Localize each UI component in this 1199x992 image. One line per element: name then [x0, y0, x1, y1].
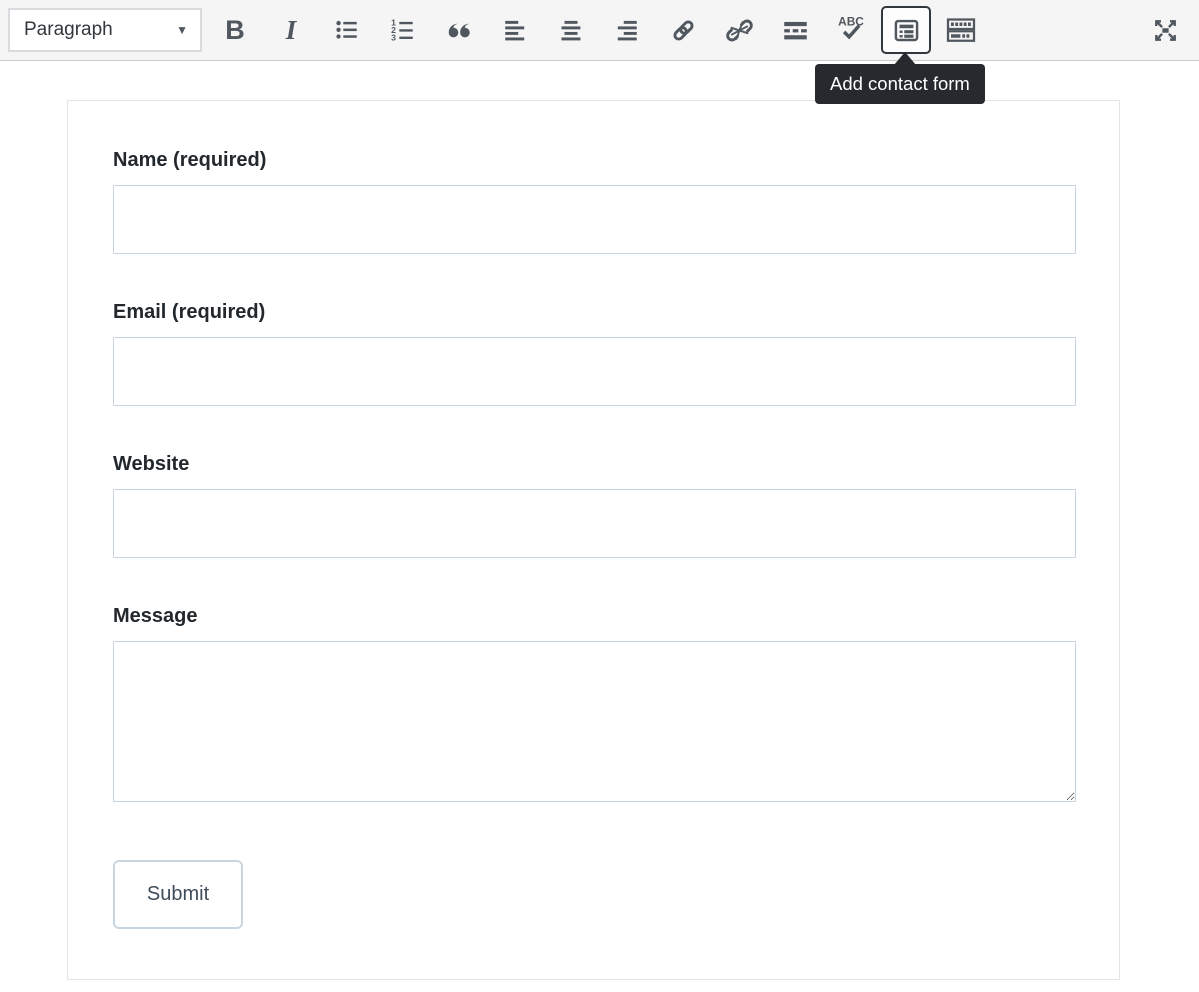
insert-link-button[interactable]: [663, 10, 703, 50]
align-left-icon: [502, 17, 528, 43]
align-right-button[interactable]: [607, 10, 647, 50]
editor-window: Paragraph ▼ B I 1 2 3: [0, 0, 1199, 992]
numbered-list-icon: 1 2 3: [390, 17, 416, 43]
submit-button[interactable]: Submit: [113, 860, 243, 929]
svg-text:ABC: ABC: [838, 15, 864, 29]
blockquote-icon: [445, 16, 473, 44]
align-right-icon: [614, 17, 640, 43]
editor-toolbar: Paragraph ▼ B I 1 2 3: [0, 0, 1199, 61]
bold-icon: B: [225, 15, 245, 46]
contact-form-preview: Name (required) Email (required) Website…: [67, 100, 1120, 980]
tooltip-arrow: [894, 52, 916, 65]
spellcheck-button[interactable]: ABC: [831, 10, 871, 50]
email-field-label: Email (required): [113, 301, 1076, 324]
blockquote-button[interactable]: [439, 10, 479, 50]
contact-form-icon: [893, 17, 920, 44]
email-input[interactable]: [113, 337, 1076, 406]
bulleted-list-icon: [334, 17, 360, 43]
align-left-button[interactable]: [495, 10, 535, 50]
link-icon: [670, 17, 697, 44]
bulleted-list-button[interactable]: [327, 10, 367, 50]
unlink-icon: [726, 17, 753, 44]
name-input[interactable]: [113, 185, 1076, 254]
tooltip-text: Add contact form: [830, 73, 970, 95]
italic-icon: I: [286, 15, 297, 46]
caret-down-icon: ▼: [176, 23, 188, 37]
spellcheck-icon: ABC: [836, 15, 866, 45]
block-format-value: Paragraph: [24, 19, 113, 41]
insert-read-more-button[interactable]: [775, 10, 815, 50]
align-center-button[interactable]: [551, 10, 591, 50]
add-contact-form-tooltip: Add contact form: [815, 64, 985, 104]
read-more-icon: [782, 17, 809, 44]
italic-button[interactable]: I: [271, 10, 311, 50]
keyboard-icon: [946, 15, 976, 45]
add-contact-form-button[interactable]: [881, 6, 931, 54]
toolbar-toggle-button[interactable]: [941, 10, 981, 50]
name-field-label: Name (required): [113, 149, 1076, 172]
message-field-label: Message: [113, 605, 1076, 628]
numbered-list-button[interactable]: 1 2 3: [383, 10, 423, 50]
website-field-label: Website: [113, 453, 1076, 476]
svg-text:3: 3: [391, 32, 396, 42]
website-input[interactable]: [113, 489, 1076, 558]
block-format-select[interactable]: Paragraph ▼: [8, 8, 202, 52]
message-textarea[interactable]: [113, 641, 1076, 802]
bold-button[interactable]: B: [215, 10, 255, 50]
align-center-icon: [558, 17, 584, 43]
fullscreen-button[interactable]: [1145, 10, 1185, 50]
fullscreen-icon: [1152, 17, 1179, 44]
remove-link-button[interactable]: [719, 10, 759, 50]
